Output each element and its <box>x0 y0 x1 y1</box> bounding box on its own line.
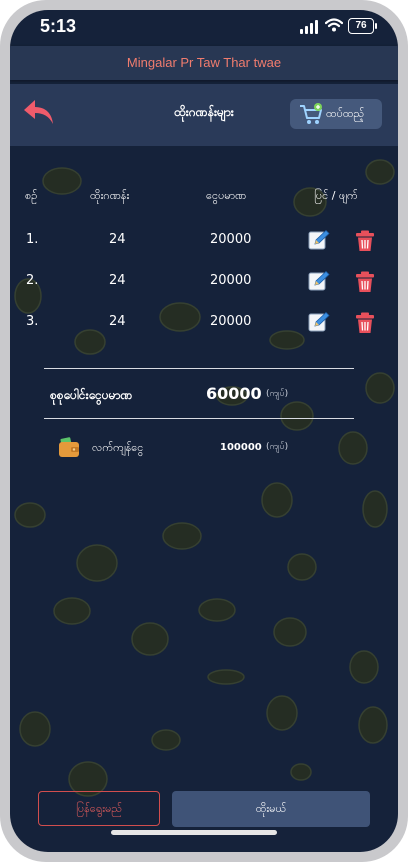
trash-icon[interactable] <box>355 271 375 293</box>
divider <box>44 418 354 419</box>
divider <box>44 368 354 369</box>
submit-bet-button[interactable]: ထိုးမယ် <box>172 791 370 827</box>
balance-unit: (ကျပ်) <box>266 442 289 452</box>
reselect-button[interactable]: ပြန်ရွေးမည် <box>38 791 160 826</box>
status-bar: 5:13 76 <box>10 10 398 46</box>
edit-icon[interactable] <box>308 311 330 333</box>
row-number: 24 <box>109 232 126 247</box>
row-number: 24 <box>109 273 126 288</box>
edit-icon[interactable] <box>308 270 330 292</box>
status-time: 5:13 <box>40 16 77 36</box>
signal-icon <box>300 20 320 34</box>
wallet-icon <box>59 437 79 457</box>
row-no: 3. <box>26 314 39 329</box>
trash-icon[interactable] <box>355 230 375 252</box>
total-value: 60000 <box>206 384 262 403</box>
header-bar: ထိုးဂဏန်းများ ထပ်ထည့် <box>10 84 398 146</box>
row-amount: 20000 <box>210 232 252 247</box>
header-edit-delete: ပြင် / ဖျက် <box>314 189 358 202</box>
balance-label: လက်ကျန်ငွေ <box>92 441 144 454</box>
app-screen: 5:13 76 Mingalar Pr Taw Thar twae ထိုးဂဏ… <box>10 10 398 852</box>
total-unit: (ကျပ်) <box>266 389 289 399</box>
row-amount: 20000 <box>210 314 252 329</box>
row-number: 24 <box>109 314 126 329</box>
shopping-cart-icon <box>300 103 322 124</box>
wifi-icon <box>325 18 343 32</box>
row-no: 2. <box>26 273 39 288</box>
phone-frame: 5:13 76 Mingalar Pr Taw Thar twae ထိုးဂဏ… <box>0 0 408 862</box>
row-no: 1. <box>26 232 39 247</box>
home-indicator[interactable] <box>111 830 277 835</box>
header-no: စဉ် <box>25 189 38 202</box>
edit-icon[interactable] <box>308 229 330 251</box>
add-more-button[interactable]: ထပ်ထည့် <box>290 99 382 129</box>
marquee-banner: Mingalar Pr Taw Thar twae <box>10 46 398 80</box>
total-label: စုစုပေါင်းငွေပမာဏ <box>50 388 133 402</box>
trash-icon[interactable] <box>355 312 375 334</box>
row-amount: 20000 <box>210 273 252 288</box>
header-number: ထိုးဂဏန်း <box>90 189 130 202</box>
header-amount: ငွေပမာဏ <box>206 189 247 202</box>
add-more-label: ထပ်ထည့် <box>326 107 365 120</box>
balance-value: 100000 <box>220 442 262 453</box>
battery-icon: 76 <box>348 18 377 34</box>
order-content: စဉ် ထိုးဂဏန်း ငွေပမာဏ ပြင် / ဖျက် 1. 24 … <box>10 146 398 852</box>
